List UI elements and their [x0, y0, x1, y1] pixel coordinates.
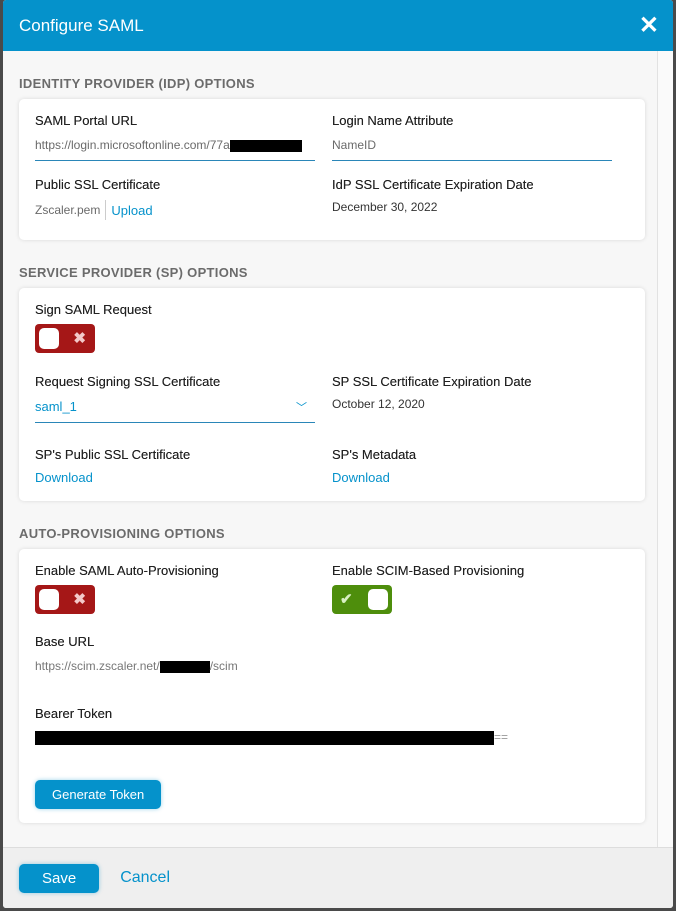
login-name-input[interactable]: NameID: [332, 128, 612, 161]
generate-token-button[interactable]: Generate Token: [35, 779, 162, 809]
redacted-block: [229, 139, 302, 152]
sp-metadata-download-link[interactable]: Download: [332, 470, 629, 485]
sp-cert-download-link[interactable]: Download: [35, 470, 332, 485]
chevron-down-icon: ﹀: [296, 402, 307, 414]
req-cert-value: saml_1: [35, 399, 77, 414]
sp-metadata-label: SP's Metadata: [332, 447, 417, 462]
login-name-label: Login Name Attribute: [332, 113, 454, 128]
saml-auto-label: Enable SAML Auto-Provisioning: [35, 563, 219, 578]
sp-expiry-label: SP SSL Certificate Expiration Date: [332, 374, 532, 389]
saml-auto-toggle[interactable]: ✖: [35, 585, 95, 614]
cancel-button[interactable]: Cancel: [120, 869, 170, 887]
close-icon[interactable]: ✕: [639, 13, 659, 38]
token-value: ==: [35, 730, 629, 745]
redacted-block: [35, 730, 494, 745]
dialog-header: Configure SAML ✕: [3, 0, 673, 51]
check-icon: ✔: [340, 591, 353, 608]
idp-expiry-value: December 30, 2022: [332, 200, 438, 214]
section-title-auto: AUTO-PROVISIONING OPTIONS: [19, 526, 225, 541]
idp-card: SAML Portal URL https://login.microsofto…: [19, 99, 645, 240]
sp-expiry-value: October 12, 2020: [332, 397, 425, 411]
upload-link[interactable]: Upload: [111, 203, 152, 218]
base-url-value: https://scim.zscaler.net//scim: [35, 659, 238, 673]
redacted-block: [159, 660, 210, 673]
portal-url-input[interactable]: https://login.microsoftonline.com/77a: [35, 128, 315, 161]
idp-expiry-label: IdP SSL Certificate Expiration Date: [332, 177, 534, 192]
x-icon: ✖: [73, 591, 86, 608]
token-label: Bearer Token: [35, 706, 113, 721]
base-url-label: Base URL: [35, 634, 95, 649]
x-icon: ✖: [73, 330, 86, 347]
sign-request-label: Sign SAML Request: [35, 302, 152, 317]
cert-file: Zscaler.pem: [35, 200, 107, 220]
req-cert-select[interactable]: saml_1 ﹀: [35, 389, 315, 423]
req-cert-label: Request Signing SSL Certificate: [35, 374, 221, 389]
configure-saml-dialog: Configure SAML ✕ IDENTITY PROVIDER (IDP)…: [3, 0, 673, 908]
portal-url-value: https://login.microsoftonline.com/77a: [35, 138, 230, 152]
dialog-title: Configure SAML: [19, 15, 144, 35]
sp-public-cert-label: SP's Public SSL Certificate: [35, 447, 191, 462]
dialog-body: IDENTITY PROVIDER (IDP) OPTIONS SAML Por…: [3, 51, 657, 847]
scim-toggle[interactable]: ✔: [332, 585, 392, 614]
auto-card: Enable SAML Auto-Provisioning ✖ Enable S…: [19, 549, 645, 823]
scim-label: Enable SCIM-Based Provisioning: [332, 563, 525, 578]
section-title-sp: SERVICE PROVIDER (SP) OPTIONS: [19, 265, 248, 280]
scrollbar[interactable]: [657, 51, 673, 847]
sign-request-toggle[interactable]: ✖: [35, 324, 95, 353]
dialog-footer: Save Cancel: [3, 847, 673, 908]
sp-card: Sign SAML Request ✖ Request Signing SSL …: [19, 288, 645, 501]
section-title-idp: IDENTITY PROVIDER (IDP) OPTIONS: [19, 76, 255, 91]
save-button[interactable]: Save: [19, 863, 100, 893]
portal-url-label: SAML Portal URL: [35, 113, 138, 128]
cert-label: Public SSL Certificate: [35, 177, 161, 192]
